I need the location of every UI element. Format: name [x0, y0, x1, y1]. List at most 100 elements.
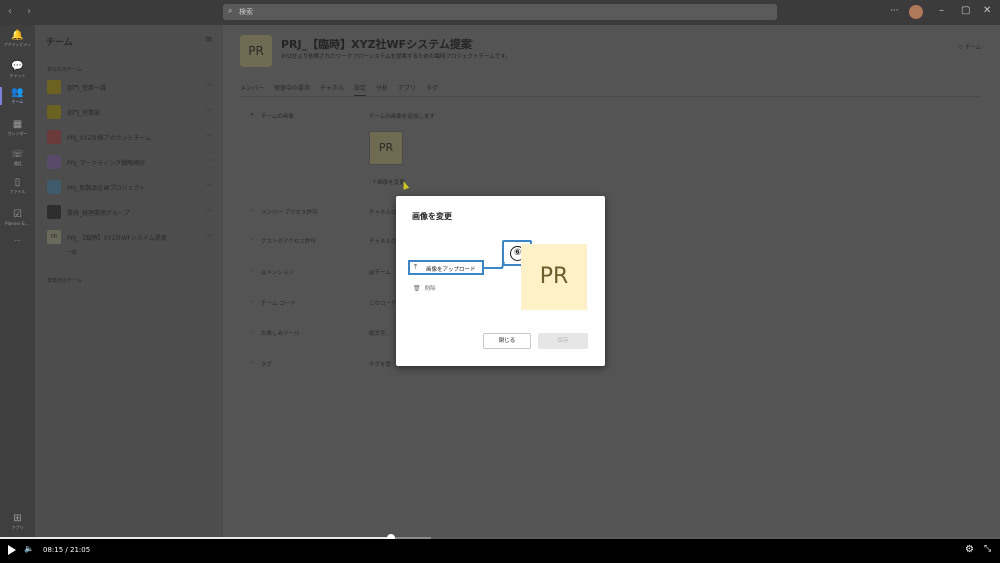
video-controls: 🔈 08:15 / 21:05 ⚙ ⤡ [0, 539, 1000, 563]
team-item[interactable]: PR PRJ_【臨時】XYZ社WFシステム提案 ··· [35, 227, 223, 247]
more-options-icon[interactable]: ··· [205, 231, 213, 240]
filter-icon[interactable]: ≡ [205, 35, 213, 45]
rail-label: 通話 [13, 161, 22, 166]
team-more-icon[interactable]: ··· [466, 37, 474, 46]
calendar-icon: ▦ [12, 119, 23, 130]
settings-row[interactable]: › チーム コード このコード [223, 299, 1000, 319]
channel-general[interactable]: 一般 [67, 249, 77, 256]
video-time: 08:15 / 21:05 [43, 546, 90, 554]
rail-label: Planner & ... [5, 221, 30, 226]
rail-calendar[interactable]: ▦ カレンダー [0, 119, 35, 137]
settings-value: チャネルの [369, 239, 397, 245]
settings-row[interactable]: ▾ チームの画像 チームの画像を追加します [223, 112, 1000, 132]
more-options-icon[interactable]: ··· [890, 6, 899, 16]
settings-label: メンバー アクセス許可 [261, 210, 318, 216]
more-options-icon[interactable]: ··· [205, 156, 213, 165]
search-box[interactable]: ⌕ 検索 [223, 4, 777, 20]
upload-label: 画像をアップロード [426, 267, 476, 273]
team-name: PRJ_【臨時】XYZ社WFシステム提案 [67, 235, 167, 242]
tab-item[interactable]: アプリ [398, 83, 416, 92]
more-options-icon[interactable]: ··· [205, 181, 213, 190]
rail-label: チャット [9, 73, 26, 78]
chevron-down-icon[interactable]: ▾ [251, 112, 254, 118]
nav-arrows[interactable]: ‹ › [8, 6, 37, 17]
more-options-icon[interactable]: ··· [205, 131, 213, 140]
team-item[interactable]: 部門_営業一課 ··· [35, 77, 223, 97]
rail-label: カレンダー [7, 131, 28, 136]
team-item[interactable]: PRJ_XYZ社様アカウントチーム ··· [35, 127, 223, 147]
team-tile [47, 105, 61, 119]
teams-panel: チーム ≡ あなたのチーム 部門_営業一課 ··· 部門_営業部 ··· PRJ_XYZ… [35, 25, 223, 538]
change-picture-dialog: 画像を変更 ⑥ ⤒ 画像をアップロード 🗑 削除 PR 閉じる 保存 [396, 196, 605, 366]
picture-preview-large: PR [521, 244, 587, 310]
play-icon[interactable] [8, 545, 16, 555]
team-name: 部門_営業一課 [67, 85, 107, 92]
rail-label: チーム [11, 99, 24, 104]
close-button[interactable]: 閉じる [483, 333, 531, 349]
settings-row[interactable]: › お楽しみツール 絵文字、 [223, 329, 1000, 349]
settings-row[interactable]: › ゲストのアクセス許可 チャネルの [223, 237, 1000, 257]
volume-icon[interactable]: 🔈 [24, 544, 34, 553]
rail-chat[interactable]: 💬 チャット [0, 61, 35, 79]
file-icon: ▯ [14, 177, 21, 188]
tab-item[interactable]: 設定 [353, 83, 367, 96]
team-icon: ⚇ [958, 45, 965, 51]
team-item[interactable]: 業務_経理業務グループ ··· [35, 202, 223, 222]
chevron-right-icon[interactable]: › [251, 360, 253, 366]
minimize-icon[interactable]: – [939, 5, 944, 16]
apps-icon: ⊞ [13, 513, 22, 524]
hidden-teams-label: 非表示のチーム [47, 278, 82, 284]
search-placeholder: 検索 [239, 8, 253, 16]
more-options-icon[interactable]: ··· [205, 106, 213, 115]
tab-item[interactable]: 保留中の要求 [274, 83, 310, 92]
team-title: PRJ_【臨時】XYZ社WFシステム提案 [281, 38, 472, 51]
team-item[interactable]: PRJ_マーケティング戦略検討 ··· [35, 152, 223, 172]
settings-value: 絵文字、 [369, 331, 392, 337]
chevron-right-icon[interactable]: › [251, 329, 253, 335]
main-content: PR PRJ_【臨時】XYZ社WFシステム提案 ··· XYZ社より依頼されたワ… [223, 25, 1000, 538]
team-tile [47, 130, 61, 144]
user-avatar[interactable] [909, 5, 923, 19]
tab-item[interactable]: 分析 [376, 83, 388, 92]
rail-label: アプリ [11, 525, 24, 530]
team-name: 業務_経理業務グループ [67, 210, 130, 217]
team-tile [47, 180, 61, 194]
team-name: PRJ_XYZ社様アカウントチーム [67, 135, 152, 142]
settings-row[interactable]: › メンバー アクセス許可 チャネルの [223, 208, 1000, 228]
team-item[interactable]: PRJ_新製品企画プロジェクト ··· [35, 177, 223, 197]
team-button[interactable]: ⚇ チーム [958, 43, 981, 51]
gear-icon[interactable]: ⚙ [965, 544, 974, 555]
more-apps-icon[interactable]: ··· [0, 237, 35, 245]
exit-fullscreen-icon[interactable]: ⤡ [984, 544, 991, 554]
chevron-right-icon[interactable]: › [251, 208, 253, 214]
rail-bell[interactable]: 🔔 アクティビティ [0, 30, 35, 48]
tab-divider [240, 96, 980, 97]
your-teams-label: あなたのチーム [47, 67, 82, 73]
chevron-right-icon[interactable]: › [251, 268, 253, 274]
upload-picture-button[interactable]: ⤒ 画像をアップロード [408, 260, 484, 275]
team-picture-preview: PR [369, 131, 403, 165]
rail-file[interactable]: ▯ ファイル [0, 177, 35, 195]
team-item[interactable]: 部門_営業部 ··· [35, 102, 223, 122]
upload-icon: ⤒ [414, 263, 418, 271]
rail-phone[interactable]: ☏ 通話 [0, 149, 35, 167]
rail-teams[interactable]: 👥 チーム [0, 87, 35, 105]
team-tile [47, 155, 61, 169]
rail-planner[interactable]: ☑ Planner & ... [0, 209, 35, 227]
tab-item[interactable]: タグ [426, 83, 438, 92]
close-window-icon[interactable]: ✕ [983, 5, 991, 16]
maximize-icon[interactable]: ▢ [961, 5, 970, 16]
save-button[interactable]: 保存 [538, 333, 588, 349]
settings-label: @メンション [261, 270, 295, 276]
settings-row[interactable]: › @メンション @チーム [223, 268, 1000, 288]
chevron-right-icon[interactable]: › [251, 299, 253, 305]
settings-row[interactable]: › タグ タグを管 [223, 360, 1000, 380]
tab-item[interactable]: チャネル [320, 83, 344, 92]
more-options-icon[interactable]: ··· [205, 81, 213, 90]
delete-picture-button[interactable]: 🗑 削除 [413, 284, 436, 292]
tab-item[interactable]: メンバー [240, 83, 264, 92]
chevron-right-icon[interactable]: › [251, 237, 253, 243]
more-options-icon[interactable]: ··· [205, 206, 213, 215]
rail-label: ファイル [9, 189, 26, 194]
rail-apps[interactable]: ⊞ アプリ [0, 513, 35, 531]
